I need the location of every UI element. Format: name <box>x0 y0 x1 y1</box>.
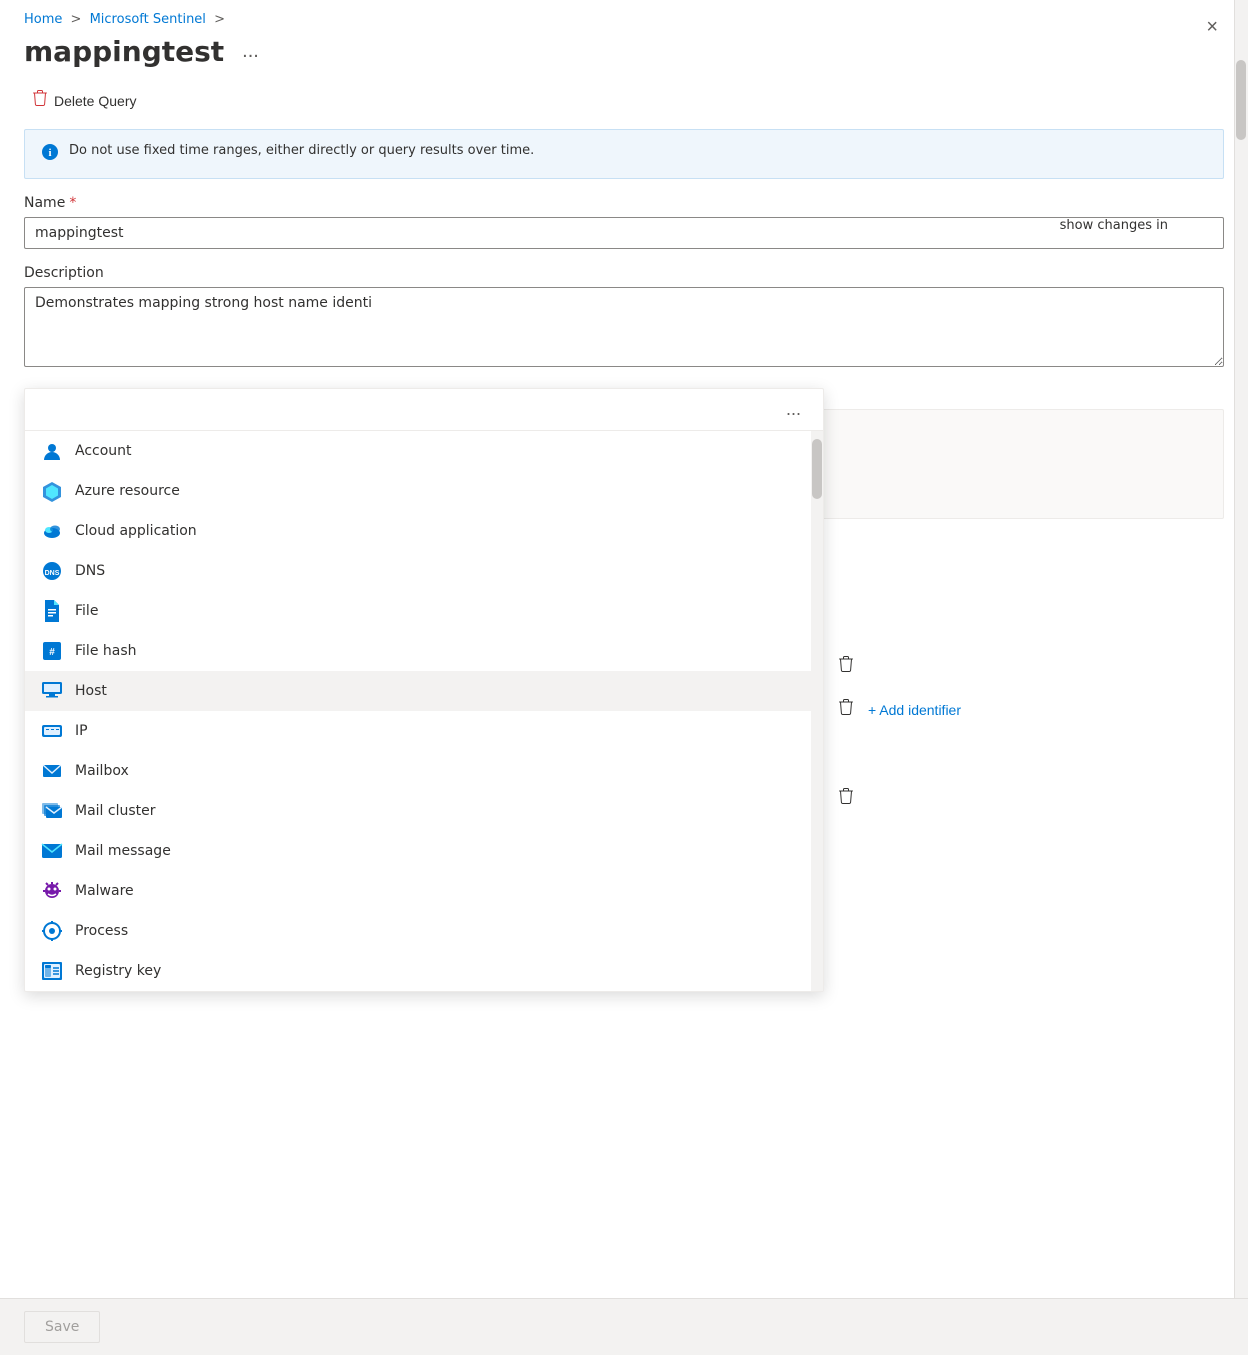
info-icon: i <box>41 143 59 166</box>
cloud-application-icon <box>41 520 63 542</box>
dropdown-item-dns[interactable]: DNS DNS <box>25 551 823 591</box>
malware-label: Malware <box>75 883 134 899</box>
dropdown-more-options[interactable]: ... <box>780 397 807 422</box>
dropdown-item-cloud-application[interactable]: Cloud application <box>25 511 823 551</box>
delete-query-label: Delete Query <box>54 93 136 109</box>
svg-text:i: i <box>48 147 51 159</box>
header-more-options-button[interactable]: ... <box>236 36 265 67</box>
host-dropdown-label: Host <box>75 683 107 699</box>
svg-text:#: # <box>49 647 55 658</box>
name-required-star: * <box>69 195 76 211</box>
breadcrumb-home[interactable]: Home <box>24 12 62 27</box>
name-input[interactable] <box>24 217 1224 249</box>
mail-cluster-label: Mail cluster <box>75 803 156 819</box>
dropdown-item-registry-key[interactable]: Registry key <box>25 951 823 991</box>
ip-icon <box>41 720 63 742</box>
entity-type-dropdown-overlay: ... Account <box>24 388 824 992</box>
dropdown-item-malware[interactable]: Malware <box>25 871 823 911</box>
info-banner-text: Do not use fixed time ranges, either dir… <box>69 142 534 160</box>
page-header: mappingtest ... <box>0 35 1248 84</box>
name-label: Name * <box>24 195 1224 211</box>
dropdown-list: Account Azure resource <box>25 431 823 991</box>
malware-icon <box>41 880 63 902</box>
mail-cluster-icon <box>41 800 63 822</box>
scrollbar-thumb <box>1236 60 1246 140</box>
footer: Save <box>0 1298 1248 1355</box>
cloud-application-label: Cloud application <box>75 523 197 539</box>
account-icon <box>41 440 63 462</box>
dropdown-item-file-hash[interactable]: # File hash <box>25 631 823 671</box>
dropdown-item-mailbox[interactable]: Mailbox <box>25 751 823 791</box>
dns-label: DNS <box>75 563 105 579</box>
description-label: Description <box>24 265 1224 281</box>
dropdown-item-mail-message[interactable]: Mail message <box>25 831 823 871</box>
azure-resource-label: Azure resource <box>75 483 180 499</box>
azureid-delete-button[interactable] <box>832 782 860 815</box>
breadcrumb-sentinel[interactable]: Microsoft Sentinel <box>90 12 206 27</box>
svg-text:DNS: DNS <box>45 570 60 577</box>
dropdown-item-process[interactable]: Process <box>25 911 823 951</box>
registry-key-icon <box>41 960 63 982</box>
hostname-delete-button[interactable] <box>832 693 860 726</box>
file-label: File <box>75 603 98 619</box>
host-entity-delete-button[interactable] <box>832 650 860 683</box>
process-label: Process <box>75 923 128 939</box>
dropdown-scrollbar[interactable] <box>811 431 823 991</box>
close-button[interactable]: × <box>1206 16 1218 39</box>
host-dropdown-icon <box>41 680 63 702</box>
description-input[interactable]: Demonstrates mapping strong host name id… <box>24 287 1224 367</box>
file-hash-label: File hash <box>75 643 137 659</box>
toolbar: Delete Query <box>0 84 1248 129</box>
mail-message-icon <box>41 840 63 862</box>
mailbox-label: Mailbox <box>75 763 129 779</box>
dropdown-item-account[interactable]: Account <box>25 431 823 471</box>
dropdown-item-mail-cluster[interactable]: Mail cluster <box>25 791 823 831</box>
delete-query-button[interactable]: Delete Query <box>24 84 144 117</box>
delete-icon <box>32 90 48 111</box>
registry-key-label: Registry key <box>75 963 161 979</box>
dropdown-item-file[interactable]: File <box>25 591 823 631</box>
mailbox-icon <box>41 760 63 782</box>
dropdown-item-ip[interactable]: IP <box>25 711 823 751</box>
main-scrollbar[interactable] <box>1234 0 1248 1355</box>
mail-message-label: Mail message <box>75 843 171 859</box>
page-container: × Home > Microsoft Sentinel > mappingtes… <box>0 0 1248 1355</box>
file-icon <box>41 600 63 622</box>
dns-icon: DNS <box>41 560 63 582</box>
dropdown-item-azure-resource[interactable]: Azure resource <box>25 471 823 511</box>
process-icon <box>41 920 63 942</box>
dropdown-scrollbar-thumb <box>812 439 822 499</box>
save-button[interactable]: Save <box>24 1311 100 1343</box>
name-field-group: Name * <box>24 195 1224 249</box>
add-identifier-button[interactable]: + Add identifier <box>868 698 961 722</box>
page-title: mappingtest <box>24 35 224 68</box>
account-label: Account <box>75 443 132 459</box>
dropdown-item-host[interactable]: Host <box>25 671 823 711</box>
azure-resource-icon <box>41 480 63 502</box>
breadcrumb: Home > Microsoft Sentinel > <box>0 0 1248 35</box>
dropdown-header: ... <box>25 389 823 431</box>
info-banner: i Do not use fixed time ranges, either d… <box>24 129 1224 179</box>
show-changes-text: show changes in <box>1060 218 1168 233</box>
breadcrumb-sep1: > <box>71 12 82 27</box>
file-hash-icon: # <box>41 640 63 662</box>
ip-label: IP <box>75 723 88 739</box>
breadcrumb-sep2: > <box>214 12 225 27</box>
description-field-group: Description Demonstrates mapping strong … <box>24 265 1224 371</box>
